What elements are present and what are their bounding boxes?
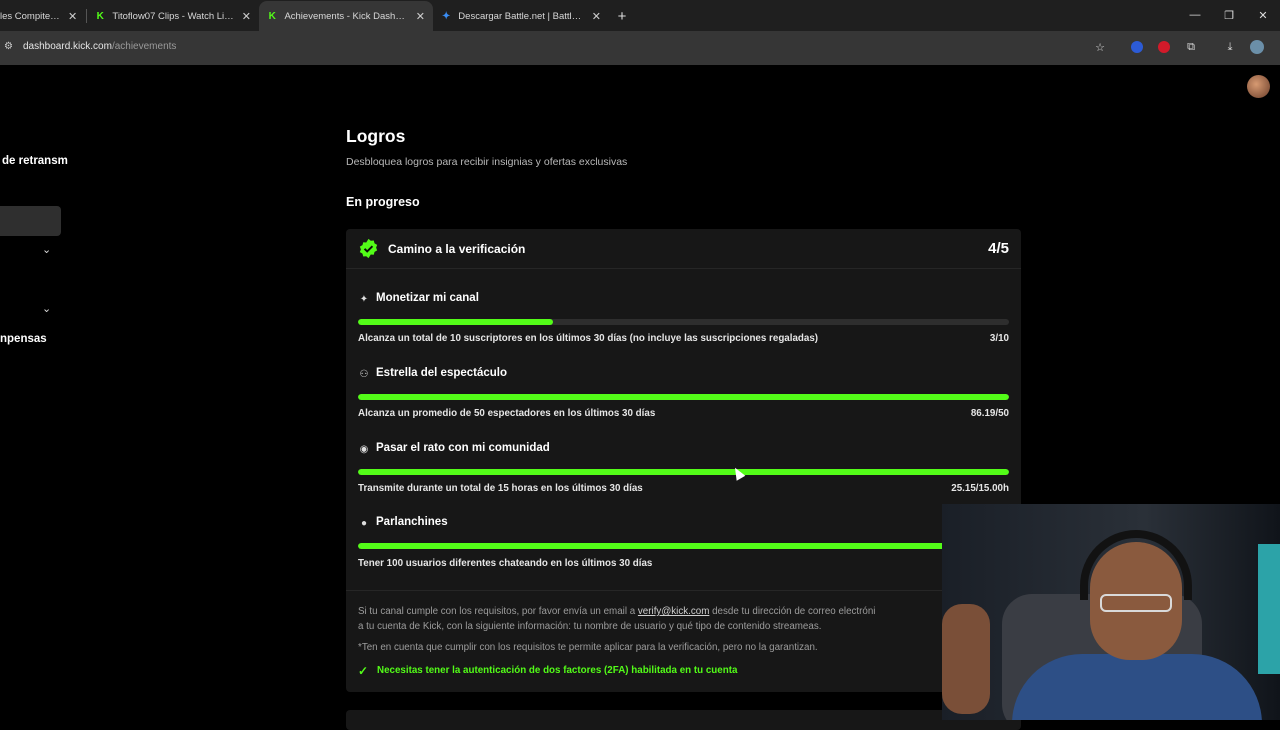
users-icon: ⚇ (359, 368, 369, 380)
info-text: a tu cuenta de Kick, con la siguiente in… (358, 621, 822, 632)
chevron-down-icon[interactable]: ⌄ (42, 302, 56, 315)
site-settings-icon[interactable]: ⚙ (4, 41, 16, 53)
info-note: *Ten en cuenta que cumplir con los requi… (358, 642, 818, 653)
browser-tab[interactable]: les Compiten p ✕ (0, 1, 86, 31)
broadcast-icon: ◉ (359, 443, 369, 455)
next-card (346, 710, 1021, 730)
restore-icon[interactable]: ❐ (1212, 0, 1246, 30)
webcam-poster (1258, 544, 1280, 674)
extensions-puzzle-icon[interactable]: ⧉ (1183, 39, 1199, 55)
kick-logo-icon: K (268, 10, 276, 22)
tab-title: les Compiten p (0, 10, 60, 22)
card-title: Camino a la verificación (388, 242, 526, 256)
verify-email-link[interactable]: verify@kick.com (638, 606, 709, 617)
progress-bar (358, 469, 1009, 475)
address-bar: ⚙ dashboard.kick.com/achievements ☆ ⧉ ⤓ (0, 31, 1280, 65)
browser-tab[interactable]: K Titoflow07 Clips - Watch Live o ✕ (87, 1, 259, 31)
extension-blue-icon[interactable] (1129, 39, 1145, 55)
progress-bar (358, 394, 1009, 400)
achievement-value: 3/10 (989, 333, 1009, 344)
webcam-hand (942, 604, 990, 714)
close-icon[interactable]: ✕ (592, 10, 601, 23)
tab-title: Descargar Battle.net | Battle.net (458, 10, 584, 22)
kick-logo-icon: K (96, 10, 104, 22)
info-text-part: Si tu canal cumple con los requisitos, p… (358, 606, 638, 617)
browser-tab[interactable]: ✦ Descargar Battle.net | Battle.net ✕ (433, 1, 609, 31)
progress-fill (358, 394, 1009, 400)
progress-fill (358, 543, 1009, 549)
user-avatar[interactable] (1247, 75, 1270, 98)
url-field[interactable]: dashboard.kick.com/achievements (23, 41, 176, 52)
achievement-value: 25.15/15.00h (951, 483, 1009, 494)
close-icon[interactable]: ✕ (242, 10, 251, 23)
browser-tab-active[interactable]: K Achievements - Kick Dashboard ✕ (259, 1, 433, 31)
page-subtitle: Desbloquea logros para recibir insignias… (346, 156, 628, 168)
battlenet-logo-icon: ✦ (441, 10, 451, 22)
bookmark-star-icon[interactable]: ☆ (1092, 39, 1108, 55)
window-controls: — ❐ ✕ (1178, 0, 1280, 30)
section-title: En progreso (346, 195, 420, 209)
achievement-description: Transmite durante un total de 15 horas e… (358, 483, 643, 494)
tab-title: Achievements - Kick Dashboard (284, 10, 408, 22)
extension-red-icon[interactable] (1156, 39, 1172, 55)
progress-fill (358, 469, 1009, 475)
sidebar-item-label[interactable]: de retransm (2, 155, 68, 167)
requirement-text: Necesitas tener la autenticación de dos … (377, 665, 738, 676)
new-tab-button[interactable]: + (609, 1, 635, 31)
card-header[interactable]: Camino a la verificación 4/5 (346, 229, 1021, 269)
sidebar-item-selected[interactable] (0, 206, 61, 236)
close-icon[interactable]: ✕ (68, 10, 77, 23)
progress-bar (358, 543, 1009, 549)
achievement-description: Alcanza un promedio de 50 espectadores e… (358, 408, 656, 419)
webcam-glasses (1100, 594, 1172, 612)
close-icon[interactable]: ✕ (416, 10, 425, 23)
webcam-person-body (1012, 654, 1262, 720)
check-icon: ✓ (358, 664, 369, 678)
achievement-description: Tener 100 usuarios diferentes chateando … (358, 558, 653, 569)
chevron-down-icon[interactable]: ⌄ (42, 243, 56, 256)
page-title: Logros (346, 126, 406, 146)
info-text-part: desde tu dirección de correo electróni (709, 606, 876, 617)
card-progress-count: 4/5 (988, 240, 1009, 257)
url-path: /achievements (111, 41, 177, 52)
close-window-icon[interactable]: ✕ (1246, 0, 1280, 30)
achievement-card: Camino a la verificación 4/5 ✦ Monetizar… (346, 229, 1021, 692)
achievement-title: Estrella del espectáculo (376, 367, 508, 379)
tab-title: Titoflow07 Clips - Watch Live o (112, 10, 234, 22)
divider (346, 590, 1021, 591)
achievement-title: Monetizar mi canal (376, 292, 479, 304)
profile-avatar-icon[interactable] (1249, 39, 1265, 55)
progress-bar (358, 319, 1009, 325)
browser-tab-bar: les Compiten p ✕ K Titoflow07 Clips - Wa… (0, 0, 1280, 31)
sparkle-icon: ✦ (359, 293, 369, 305)
sidebar-item-label[interactable]: npensas (0, 333, 47, 345)
progress-fill (358, 319, 554, 325)
chat-icon: ● (360, 517, 368, 529)
achievement-title: Parlanchines (376, 516, 448, 528)
url-host: dashboard.kick.com (23, 41, 112, 52)
verified-badge-icon (359, 238, 378, 259)
achievement-value: 86.19/50 (970, 408, 1009, 419)
download-icon[interactable]: ⤓ (1222, 39, 1238, 55)
info-text: Si tu canal cumple con los requisitos, p… (358, 606, 875, 617)
achievement-description: Alcanza un total de 10 suscriptores en l… (358, 333, 819, 344)
achievement-title: Pasar el rato con mi comunidad (376, 442, 550, 454)
webcam-overlay (942, 504, 1280, 720)
minimize-icon[interactable]: — (1178, 0, 1212, 30)
